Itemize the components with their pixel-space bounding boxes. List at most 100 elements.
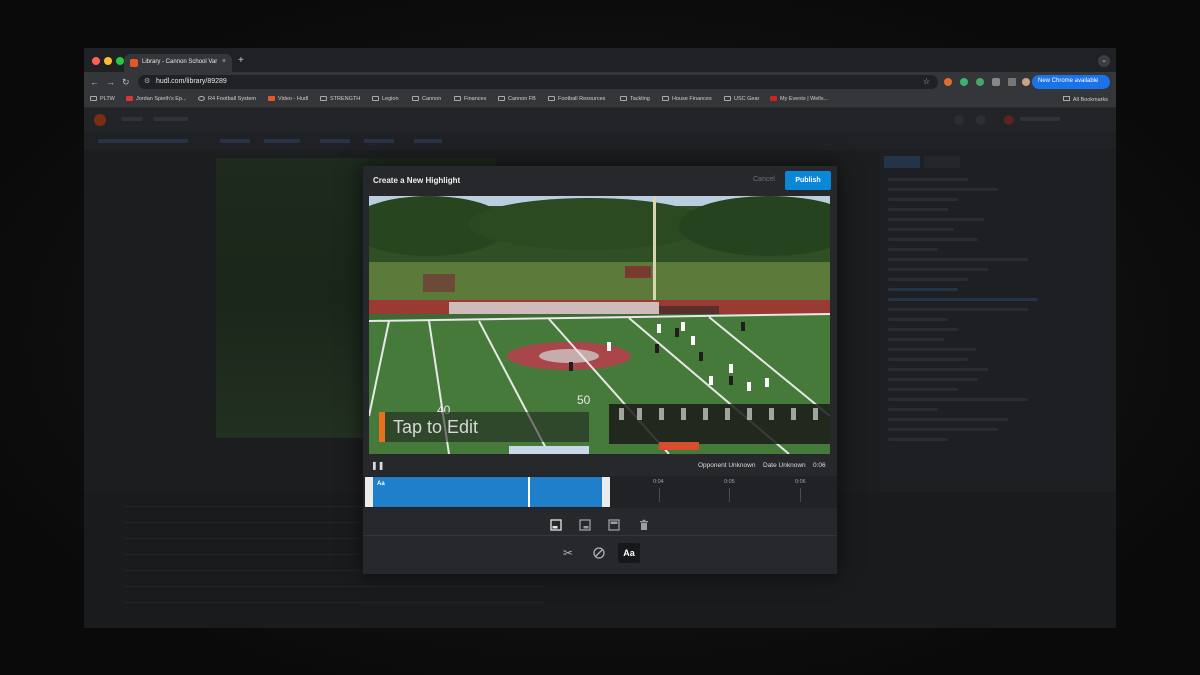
bookmark-item[interactable]: Cannon [412, 96, 441, 102]
side-panel-icon[interactable] [1008, 78, 1016, 86]
trash-icon[interactable] [638, 519, 650, 531]
modal-title: Create a New Highlight [373, 176, 461, 185]
folder-icon [1062, 96, 1070, 101]
nav-placeholder [154, 117, 188, 121]
table-row [124, 602, 544, 603]
address-bar[interactable]: ⚙ hudl.com/library/89289 ☆ [138, 75, 938, 89]
timeline-tick-label: 0:04 [653, 479, 664, 485]
caption-top-icon[interactable] [608, 519, 620, 531]
caption-bottom-right-icon[interactable] [579, 519, 591, 531]
folder-icon [724, 96, 731, 101]
bookmark-item[interactable]: STRENGTH [320, 96, 360, 102]
timeline-tick [729, 488, 730, 502]
subnav-placeholder [98, 139, 188, 143]
sidebar-row [888, 178, 968, 181]
new-chrome-available-button[interactable]: New Chrome available [1032, 75, 1110, 89]
caption-bottom-left-icon[interactable] [550, 519, 562, 531]
subnav-placeholder [320, 139, 350, 143]
clip-timeline[interactable]: Aa 0:04 0:05 0:06 [363, 476, 837, 508]
bookmark-item[interactable]: Tackling [620, 96, 650, 102]
sidebar-row [888, 428, 998, 431]
bookmark-item[interactable]: Football Resources [548, 96, 605, 102]
highlight-video[interactable]: 40 50 Tap to Edit [369, 196, 830, 454]
bookmark-item[interactable]: Video - Hudl [268, 96, 308, 102]
minimize-window-button[interactable] [104, 57, 112, 65]
profile-avatar-icon[interactable] [1022, 78, 1030, 86]
caption-position-toolbar [363, 514, 837, 536]
new-tab-button[interactable]: + [238, 55, 244, 66]
folder-icon [320, 96, 327, 101]
all-bookmarks-button[interactable]: All Bookmarks [1062, 96, 1108, 103]
maximize-window-button[interactable] [116, 57, 124, 65]
nav-placeholder [122, 117, 142, 121]
hudl-logo-icon [94, 114, 106, 126]
pause-icon[interactable]: ❚❚ [371, 461, 384, 470]
app-nav [84, 108, 1116, 132]
notifications-icon [954, 115, 964, 125]
site-info-icon[interactable]: ⚙ [144, 77, 150, 85]
hudl-icon [268, 96, 275, 101]
sidebar-row [888, 288, 958, 291]
browser-window: Library - Cannon School Var × + ⌄ ← → ↻ … [84, 48, 1116, 628]
scissors-icon[interactable]: ✂ [563, 546, 577, 560]
playhead-handle[interactable] [528, 477, 530, 507]
tab-title: Library - Cannon School Var [142, 59, 218, 65]
subnav-placeholder [220, 139, 250, 143]
timeline-tick [800, 488, 801, 502]
sidebar-row [888, 328, 958, 331]
bookmark-item[interactable]: Legion [372, 96, 399, 102]
library-sidebar [880, 152, 1116, 492]
spotlight-icon[interactable] [593, 547, 605, 559]
extensions-puzzle-icon[interactable] [992, 78, 1000, 86]
folder-icon [662, 96, 669, 101]
subnav-placeholder [364, 139, 394, 143]
close-tab-icon[interactable]: × [222, 58, 226, 65]
bookmark-item[interactable]: My Events | Wells... [770, 96, 828, 102]
bookmark-star-icon[interactable]: ☆ [923, 77, 930, 86]
sidebar-row [888, 248, 938, 251]
bookmark-item[interactable]: House Finances [662, 96, 712, 102]
folder-icon [412, 96, 419, 101]
sidebar-tab [884, 156, 920, 168]
sidebar-row [888, 318, 948, 321]
sidebar-row [888, 358, 968, 361]
bookmark-item[interactable]: PLTW [90, 96, 115, 102]
extension-icon[interactable] [976, 78, 984, 86]
sidebar-row [888, 438, 948, 441]
text-tool-button[interactable]: Aa [618, 543, 640, 563]
bookmark-item[interactable]: Jordan Spieth's Ep... [126, 96, 187, 102]
caption-text-overlay[interactable]: Tap to Edit [379, 412, 589, 442]
bookmark-item[interactable]: Finances [454, 96, 486, 102]
browser-tab[interactable]: Library - Cannon School Var × [124, 54, 232, 72]
text-clip-segment[interactable]: Aa [365, 477, 610, 507]
sidebar-row [888, 208, 948, 211]
extension-icon[interactable] [944, 78, 952, 86]
forward-icon[interactable]: → [106, 77, 115, 87]
toolbar: ← → ↻ ⚙ hudl.com/library/89289 ☆ New Chr… [84, 72, 1116, 92]
close-window-button[interactable] [92, 57, 100, 65]
opponent-label: Opponent Unknown [698, 462, 756, 469]
timeline-tick [659, 488, 660, 502]
folder-icon [90, 96, 97, 101]
bookmark-item[interactable]: R4 Football System [198, 96, 256, 102]
folder-icon [454, 96, 461, 101]
sidebar-row [888, 238, 978, 241]
back-icon[interactable]: ← [90, 77, 99, 87]
publish-button[interactable]: Publish [785, 171, 831, 190]
library-subnav [84, 132, 1116, 150]
reload-icon[interactable]: ↻ [122, 77, 130, 88]
messages-icon [976, 115, 986, 125]
duration-label: 0:06 [813, 462, 826, 469]
sidebar-row [888, 308, 1028, 311]
extension-icon[interactable] [960, 78, 968, 86]
bookmark-item[interactable]: USC Gear [724, 96, 759, 102]
bookmark-item[interactable]: Cannon FB [498, 96, 536, 102]
nav-placeholder [1020, 117, 1060, 121]
bookmarks-bar: PLTW Jordan Spieth's Ep... R4 Football S… [84, 92, 1116, 108]
sidebar-row [888, 378, 978, 381]
sidebar-row [888, 368, 988, 371]
cancel-button[interactable]: Cancel [753, 176, 775, 183]
table-row [124, 586, 544, 587]
tab-search-icon[interactable]: ⌄ [1098, 55, 1110, 67]
screen-background: Library - Cannon School Var × + ⌄ ← → ↻ … [0, 0, 1200, 675]
